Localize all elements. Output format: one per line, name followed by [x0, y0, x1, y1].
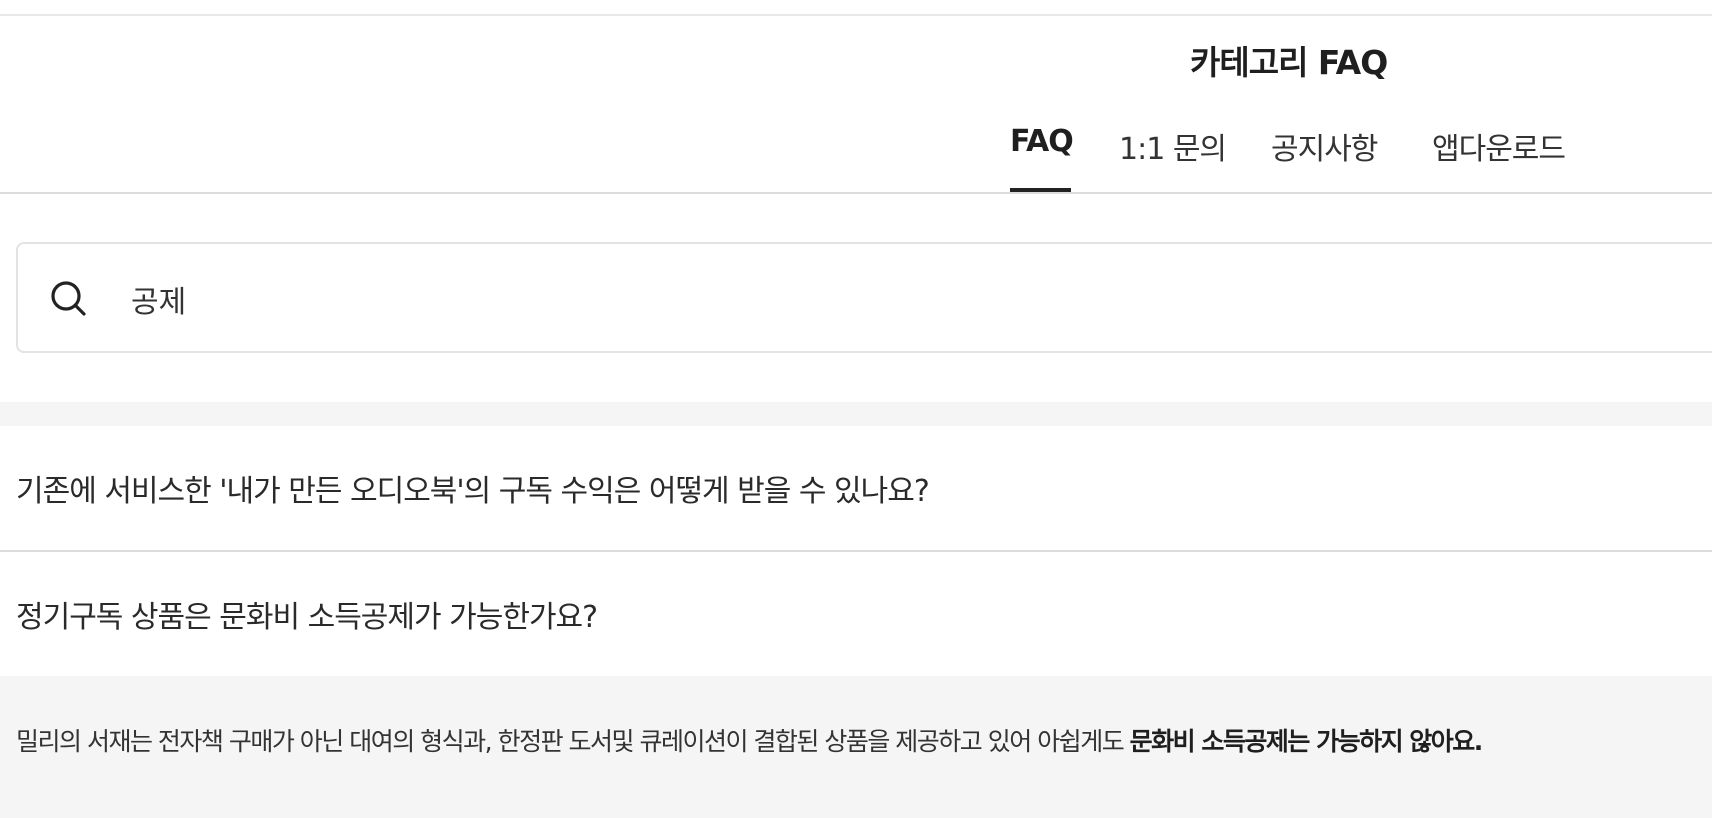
tab-inquiry[interactable]: 1:1 문의 [1119, 124, 1227, 168]
search-query-text[interactable]: 공제 [131, 277, 186, 321]
top-border [0, 14, 1712, 16]
tab-faq[interactable]: FAQ [1010, 124, 1074, 159]
tab-bar: FAQ 1:1 문의 공지사항 앱다운로드 [0, 110, 1712, 194]
faq-question[interactable]: 기존에 서비스한 '내가 만든 오디오북'의 구독 수익은 어떻게 받을 수 있… [16, 466, 930, 510]
section-separator [0, 402, 1712, 426]
faq-answer-text: 밀리의 서재는 전자책 구매가 아닌 대여의 형식과, 한정판 도서및 큐레이션… [16, 722, 1484, 758]
faq-item[interactable]: 기존에 서비스한 '내가 만든 오디오북'의 구독 수익은 어떻게 받을 수 있… [0, 426, 1712, 551]
answer-emphasis: 문화비 소득공제는 가능하지 않아요. [1129, 727, 1484, 756]
page-title: 카테고리 FAQ [1190, 43, 1388, 82]
tabs-divider [0, 192, 1712, 194]
search-icon[interactable] [48, 278, 88, 318]
faq-page: 카테고리 FAQ FAQ 1:1 문의 공지사항 앱다운로드 공제 기존에 서비… [0, 0, 1712, 818]
faq-item[interactable]: 정기구독 상품은 문화비 소득공제가 가능한가요? [0, 552, 1712, 677]
faq-question[interactable]: 정기구독 상품은 문화비 소득공제가 가능한가요? [16, 592, 598, 636]
search-input[interactable]: 공제 [16, 242, 1712, 353]
faq-answer: 밀리의 서재는 전자책 구매가 아닌 대여의 형식과, 한정판 도서및 큐레이션… [0, 676, 1712, 818]
answer-body: 밀리의 서재는 전자책 구매가 아닌 대여의 형식과, 한정판 도서및 큐레이션… [16, 727, 1130, 756]
tab-app-download[interactable]: 앱다운로드 [1432, 124, 1566, 168]
tab-notice[interactable]: 공지사항 [1271, 124, 1378, 168]
